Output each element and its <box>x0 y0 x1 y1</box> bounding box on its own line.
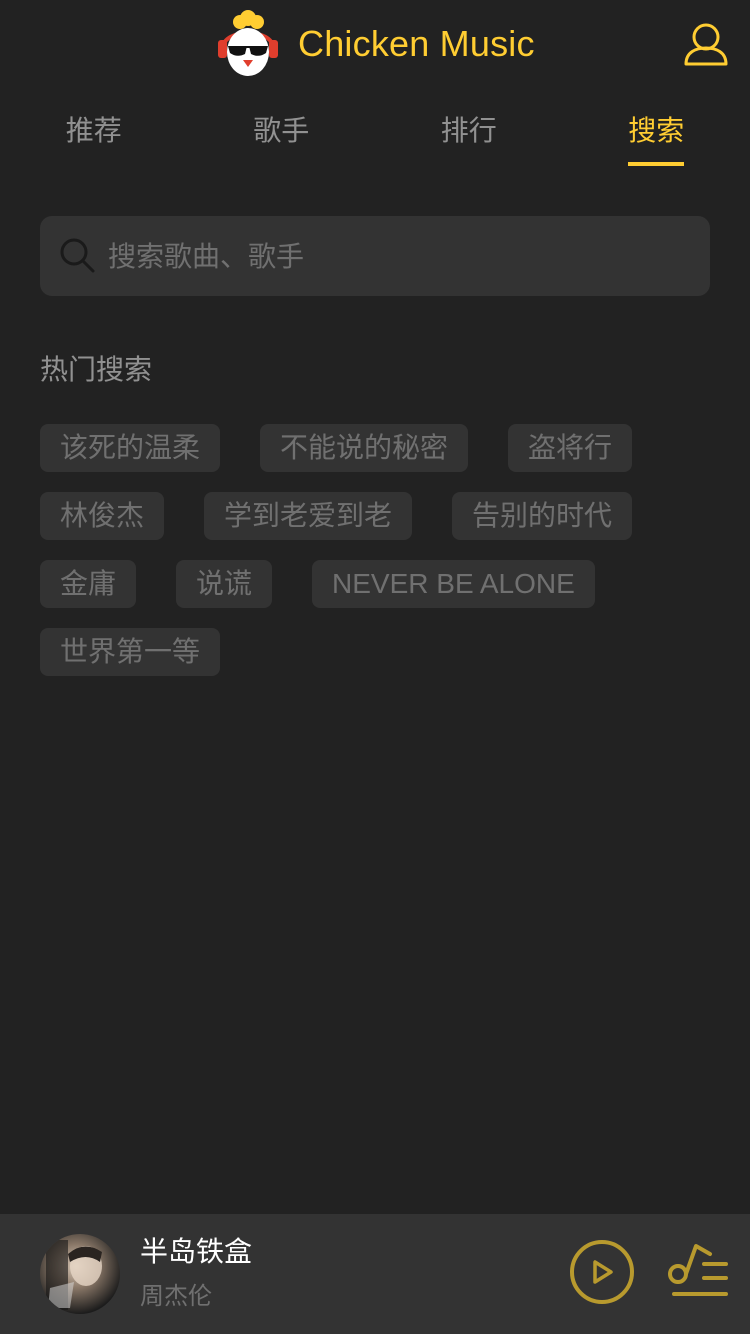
hot-search-title: 热门搜索 <box>40 353 153 386</box>
search-icon <box>58 236 98 276</box>
chicken-logo-icon <box>216 10 280 78</box>
play-icon[interactable] <box>568 1238 636 1306</box>
search-input[interactable] <box>108 216 688 296</box>
hot-search-item[interactable]: 林俊杰 <box>40 492 165 540</box>
hot-search-item[interactable]: 该死的温柔 <box>40 424 221 472</box>
tab-label: 排行 <box>440 114 497 147</box>
hot-search-item[interactable]: 告别的时代 <box>452 492 633 540</box>
tab-bar: 推荐 歌手 排行 搜索 <box>0 100 750 166</box>
tab-singer[interactable]: 歌手 <box>188 100 376 166</box>
hot-search-item[interactable]: 盗将行 <box>508 424 633 472</box>
hot-search-item[interactable]: 金庸 <box>40 560 137 608</box>
tab-search[interactable]: 搜索 <box>563 100 750 166</box>
tab-label: 搜索 <box>628 100 685 166</box>
hot-search-item[interactable]: 说谎 <box>176 560 273 608</box>
header: Chicken Music <box>0 0 750 88</box>
tab-rank[interactable]: 排行 <box>375 100 563 166</box>
song-name: 半岛铁盒 <box>140 1235 253 1268</box>
mini-player[interactable]: 半岛铁盒 周杰伦 <box>0 1214 750 1334</box>
app: Chicken Music 推荐 歌手 排行 搜索 搜索歌曲、歌手 热门搜索 该… <box>0 0 750 1334</box>
hot-search-item[interactable]: 不能说的秘密 <box>260 424 469 472</box>
user-icon[interactable] <box>682 22 730 68</box>
app-title: Chicken Music <box>298 23 535 64</box>
hot-search-list: 该死的温柔 不能说的秘密 盗将行 林俊杰 学到老爱到老 告别的时代 金庸 说谎 … <box>40 424 710 696</box>
search-box[interactable] <box>40 216 710 296</box>
singer-name: 周杰伦 <box>140 1282 212 1310</box>
hot-search-item[interactable]: NEVER BE ALONE <box>312 560 595 608</box>
tab-label: 推荐 <box>65 114 122 147</box>
playlist-icon[interactable] <box>666 1242 732 1304</box>
album-cover[interactable] <box>40 1234 120 1314</box>
hot-search-item[interactable]: 学到老爱到老 <box>204 492 413 540</box>
tab-recommend[interactable]: 推荐 <box>0 100 188 166</box>
hot-search-item[interactable]: 世界第一等 <box>40 628 221 676</box>
tab-label: 歌手 <box>253 114 310 147</box>
